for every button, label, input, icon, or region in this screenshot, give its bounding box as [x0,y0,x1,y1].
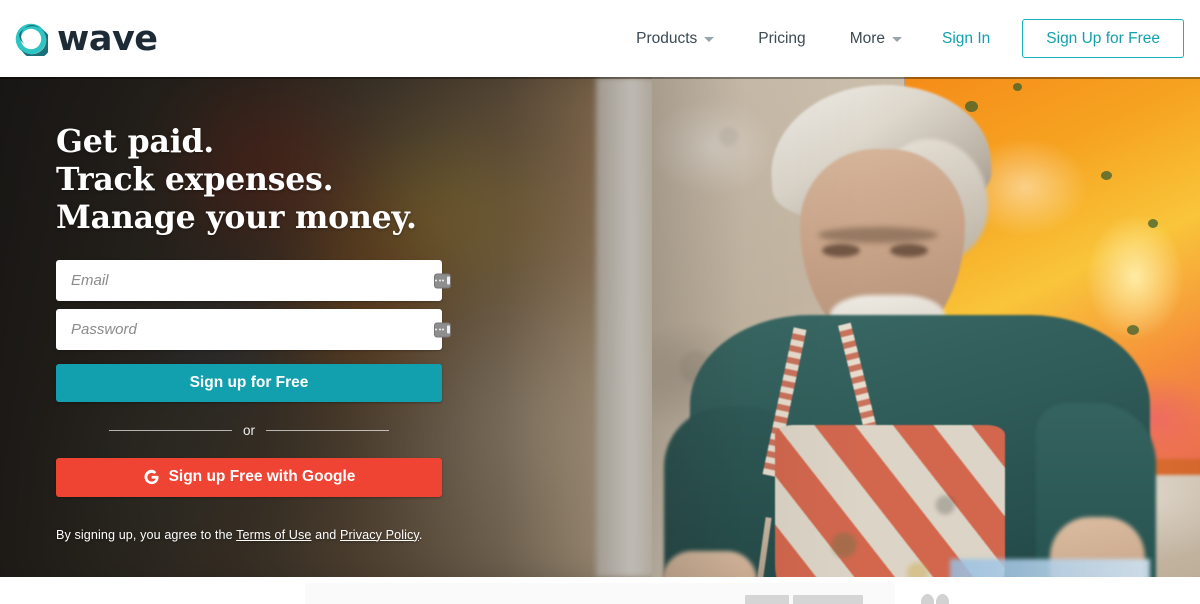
hero-section: Get paid. Track expenses. Manage your mo… [0,77,1200,577]
brand-logo[interactable]: wave [14,19,158,59]
headline-line-3: Manage your money. [56,199,417,236]
nav-item-sign-in[interactable]: Sign In [924,20,1008,58]
password-input[interactable] [56,309,442,350]
terms-of-use-link[interactable]: Terms of Use [236,528,311,542]
page-root: wave Products Pricing More Sign In Sign … [0,0,1200,604]
headline-line-2: Track expenses. [56,161,334,198]
autofill-icon[interactable] [434,322,451,337]
google-button-label: Sign up Free with Google [168,468,356,485]
below-fold-placeholder-bar [745,595,789,604]
nav-label-more: More [849,29,886,47]
signup-form: Sign up for Free or Sign up Free with Go… [56,260,460,497]
nav-item-products[interactable]: Products [614,20,736,58]
nav-label-sign-in: Sign In [942,29,991,47]
email-field-wrapper [56,260,460,301]
divider-label: or [243,423,256,438]
below-fold-placeholder-shape [921,594,934,604]
nav-item-more[interactable]: More [828,20,924,58]
wave-circle-logo-icon [14,22,48,56]
hero-content: Get paid. Track expenses. Manage your mo… [0,77,460,542]
chevron-down-icon [892,37,903,42]
site-header: wave Products Pricing More Sign In Sign … [0,0,1200,77]
chevron-down-icon [704,37,715,42]
legal-disclaimer: By signing up, you agree to the Terms of… [56,528,460,542]
divider-rule-right [266,430,390,432]
brand-wordmark: wave [57,19,158,59]
signup-free-button[interactable]: Sign up for Free [56,364,442,402]
legal-middle: and [311,527,341,542]
below-fold-section [0,577,1200,604]
hero-headline: Get paid. Track expenses. Manage your mo… [56,123,460,237]
privacy-policy-link[interactable]: Privacy Policy [340,528,419,542]
legal-suffix: . [418,527,423,542]
main-navigation: Products Pricing More Sign In Sign Up fo… [614,18,1184,59]
signup-with-google-button[interactable]: Sign up Free with Google [56,457,442,497]
email-input[interactable] [56,260,442,301]
nav-label-pricing: Pricing [758,29,806,47]
or-divider: or [56,424,442,438]
nav-item-pricing[interactable]: Pricing [736,20,827,58]
autofill-icon[interactable] [434,273,451,288]
google-g-icon [143,469,160,486]
header-sign-up-button[interactable]: Sign Up for Free [1022,18,1184,59]
nav-label-products: Products [636,29,698,47]
divider-rule-left [109,430,232,432]
below-fold-placeholder-shape [936,594,949,604]
below-fold-placeholder-bar [793,595,863,604]
headline-line-1: Get paid. [56,123,215,160]
legal-prefix: By signing up, you agree to the [56,527,237,542]
password-field-wrapper [56,309,460,350]
